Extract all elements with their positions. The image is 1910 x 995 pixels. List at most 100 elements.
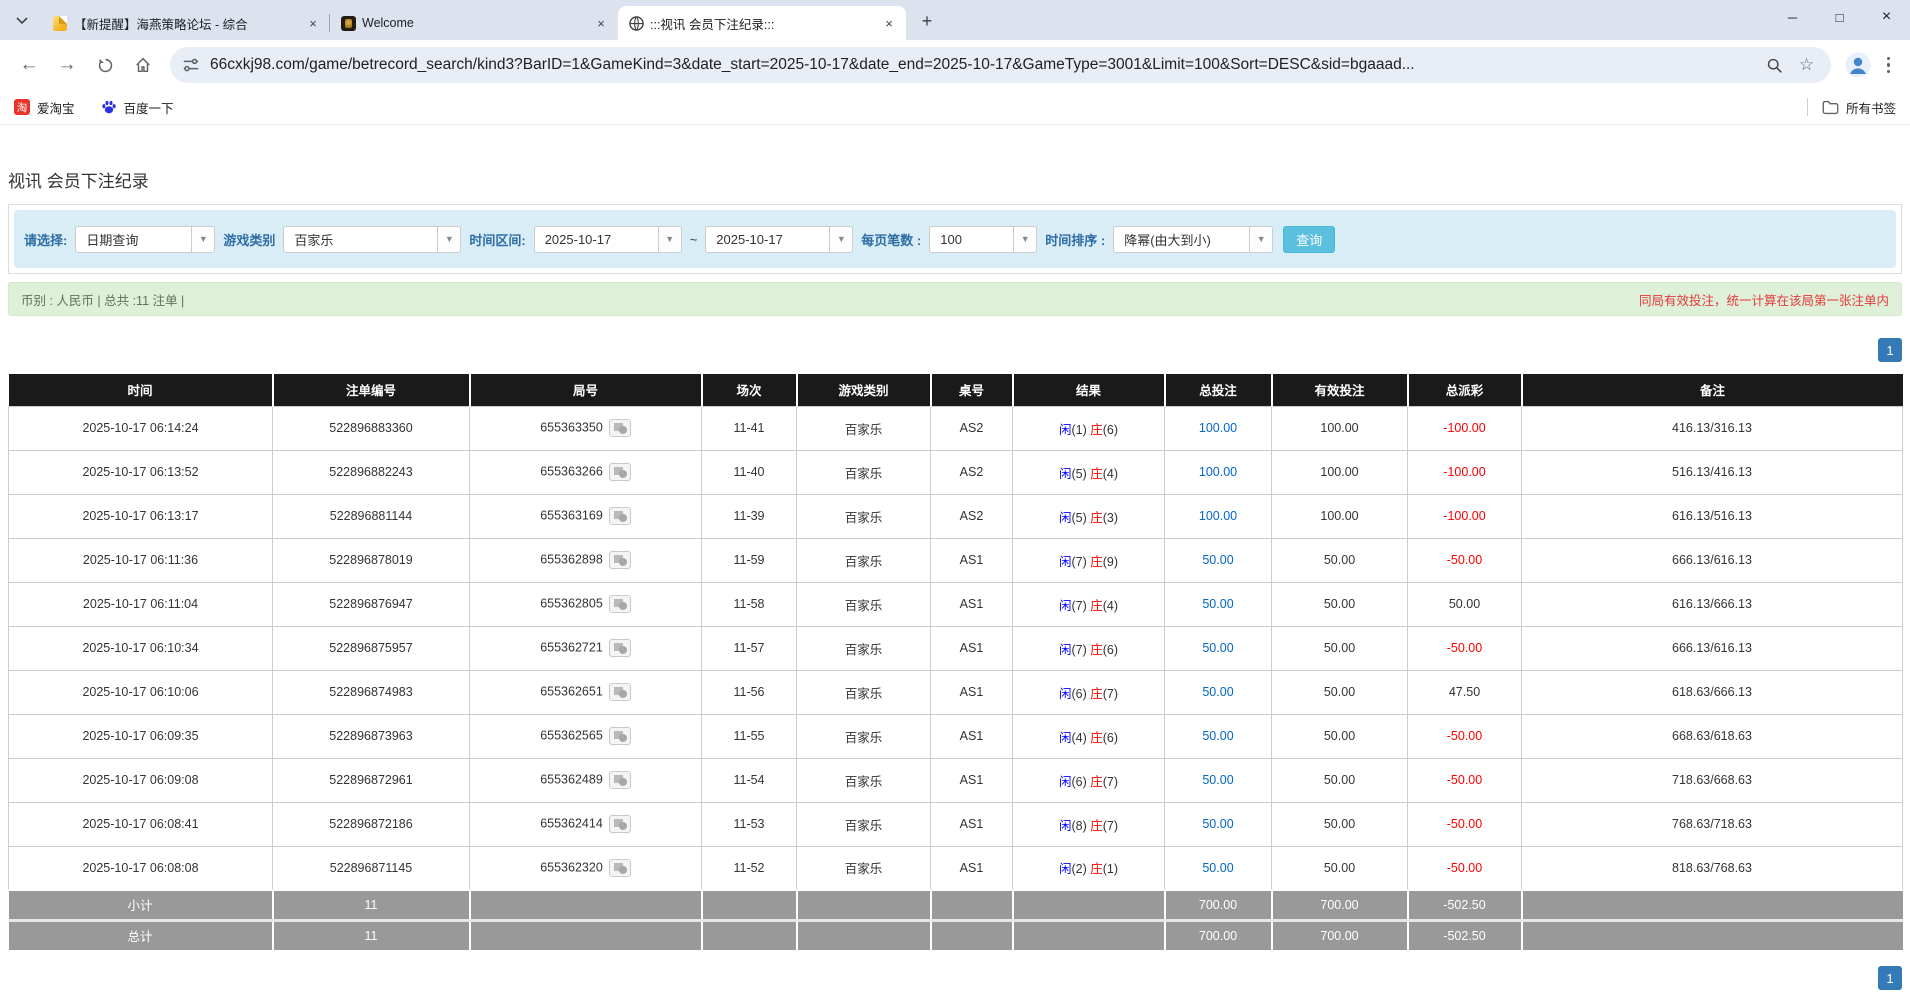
page-size-select[interactable]: 100 ▼	[929, 226, 1037, 253]
payout-cell: 50.00	[1408, 582, 1522, 626]
page-1-button[interactable]: 1	[1878, 338, 1902, 362]
replay-icon[interactable]	[609, 595, 631, 613]
zoom-icon[interactable]	[1763, 53, 1787, 77]
total-bet-link[interactable]: 50.00	[1202, 729, 1233, 743]
home-button[interactable]	[126, 48, 160, 82]
tab-title: 【新提醒】海燕策略论坛 - 综合	[74, 14, 298, 33]
total-bet-link[interactable]: 50.00	[1202, 641, 1233, 655]
bookmark-baidu[interactable]: 百度一下	[101, 98, 174, 117]
chevron-down-icon[interactable]: ▼	[1013, 227, 1036, 252]
tab-forum[interactable]: 【新提醒】海燕策略论坛 - 综合 ×	[42, 6, 330, 40]
close-icon[interactable]: ×	[1863, 0, 1910, 34]
total-bet-link[interactable]: 100.00	[1199, 509, 1237, 523]
total-bet-link[interactable]: 100.00	[1199, 421, 1237, 435]
table-row: 2025-10-17 06:09:35 522896873963 6553625…	[9, 714, 1903, 758]
page-1-button[interactable]: 1	[1878, 966, 1902, 990]
replay-icon[interactable]	[609, 771, 631, 789]
col-valid-bet: 有效投注	[1272, 374, 1408, 406]
replay-icon[interactable]	[609, 551, 631, 569]
chevron-down-icon[interactable]: ▼	[437, 227, 460, 252]
payout-cell: -50.00	[1408, 714, 1522, 758]
game-cell: 百家乐	[797, 802, 931, 846]
baidu-paw-icon	[101, 99, 117, 115]
total-bet-link[interactable]: 50.00	[1202, 553, 1233, 567]
forward-button[interactable]: →	[50, 48, 84, 82]
bookmarks-bar: 淘 爱淘宝 百度一下 所有书签	[0, 90, 1910, 125]
currency-summary: 币别 : 人民币 | 总共 :11 注单 |	[21, 290, 184, 309]
query-type-select[interactable]: 日期查询 ▼	[75, 226, 215, 253]
new-tab-button[interactable]: +	[914, 8, 940, 34]
total-bet-link[interactable]: 50.00	[1202, 773, 1233, 787]
game-cell: 百家乐	[797, 670, 931, 714]
replay-icon[interactable]	[609, 463, 631, 481]
total-bet-link[interactable]: 50.00	[1202, 861, 1233, 875]
address-bar[interactable]: 66cxkj98.com/game/betrecord_search/kind3…	[170, 47, 1831, 83]
round-cell: 655363350	[470, 406, 702, 450]
total-bet-link[interactable]: 50.00	[1202, 817, 1233, 831]
round-cell: 655363169	[470, 494, 702, 538]
payout-cell: -100.00	[1408, 494, 1522, 538]
table-no-cell: AS1	[931, 670, 1013, 714]
back-button[interactable]: ←	[12, 48, 46, 82]
tab-bet-records[interactable]: :::视讯 会员下注纪录::: ×	[618, 6, 906, 40]
game-type-select[interactable]: 百家乐 ▼	[283, 226, 461, 253]
date-end-input[interactable]: 2025-10-17 ▼	[705, 226, 853, 253]
window-controls: ─ □ ×	[1769, 0, 1910, 34]
maximize-icon[interactable]: □	[1816, 0, 1863, 34]
sort-select[interactable]: 降幂(由大到小) ▼	[1113, 226, 1273, 253]
chevron-down-icon[interactable]: ▼	[191, 227, 214, 252]
table-header-row: 时间 注单编号 局号 场次 游戏类别 桌号 结果 总投注 有效投注 总派彩 备注	[9, 374, 1903, 406]
replay-icon[interactable]	[609, 639, 631, 657]
bookmark-taobao[interactable]: 淘 爱淘宝	[14, 98, 75, 117]
replay-icon[interactable]	[609, 419, 631, 437]
tab-close-icon[interactable]: ×	[592, 14, 610, 32]
session-cell: 11-54	[702, 758, 797, 802]
game-cell: 百家乐	[797, 538, 931, 582]
table-no-cell: AS1	[931, 714, 1013, 758]
bookmark-label: 百度一下	[124, 98, 174, 117]
tab-close-icon[interactable]: ×	[880, 14, 898, 32]
round-cell: 655362565	[470, 714, 702, 758]
date-start-input[interactable]: 2025-10-17 ▼	[534, 226, 682, 253]
chevron-down-icon[interactable]: ▼	[829, 227, 852, 252]
page-size-label: 每页笔数 :	[861, 230, 921, 249]
game-cell: 百家乐	[797, 582, 931, 626]
all-bookmarks-label: 所有书签	[1846, 98, 1896, 117]
search-button[interactable]: 查询	[1283, 226, 1335, 253]
chevron-down-icon[interactable]: ▼	[658, 227, 681, 252]
total-bet-link[interactable]: 50.00	[1202, 685, 1233, 699]
url-text[interactable]: 66cxkj98.com/game/betrecord_search/kind3…	[210, 56, 1755, 74]
payout-cell: -100.00	[1408, 450, 1522, 494]
round-cell: 655362898	[470, 538, 702, 582]
note-cell: 416.13/316.13	[1522, 406, 1903, 450]
session-cell: 11-57	[702, 626, 797, 670]
total-bet-link[interactable]: 50.00	[1202, 597, 1233, 611]
bookmark-star-icon[interactable]: ☆	[1795, 53, 1819, 77]
tab-close-icon[interactable]: ×	[304, 14, 322, 32]
time-cell: 2025-10-17 06:13:52	[9, 450, 273, 494]
profile-avatar[interactable]	[1841, 48, 1875, 82]
bet-id-cell: 522896871145	[273, 846, 470, 890]
replay-icon[interactable]	[609, 727, 631, 745]
all-bookmarks-button[interactable]: 所有书签	[1822, 98, 1896, 117]
session-cell: 11-58	[702, 582, 797, 626]
replay-icon[interactable]	[609, 683, 631, 701]
replay-icon[interactable]	[609, 815, 631, 833]
sort-label: 时间排序 :	[1045, 230, 1105, 249]
time-cell: 2025-10-17 06:08:41	[9, 802, 273, 846]
browser-menu-icon[interactable]	[1877, 53, 1901, 78]
subtotal-count: 11	[273, 890, 470, 920]
reload-button[interactable]	[88, 48, 122, 82]
result-cell: 闲(6) 庄(7)	[1013, 670, 1165, 714]
total-bet-cell: 100.00	[1165, 494, 1272, 538]
site-info-icon[interactable]	[182, 56, 200, 74]
total-total-bet: 700.00	[1165, 920, 1272, 950]
chevron-down-icon[interactable]: ▼	[1249, 227, 1272, 252]
tab-search-button[interactable]	[8, 7, 36, 35]
minimize-icon[interactable]: ─	[1769, 0, 1816, 34]
replay-icon[interactable]	[609, 507, 631, 525]
payout-cell: -50.00	[1408, 538, 1522, 582]
total-bet-link[interactable]: 100.00	[1199, 465, 1237, 479]
replay-icon[interactable]	[609, 859, 631, 877]
tab-welcome[interactable]: Welcome ×	[330, 6, 618, 40]
